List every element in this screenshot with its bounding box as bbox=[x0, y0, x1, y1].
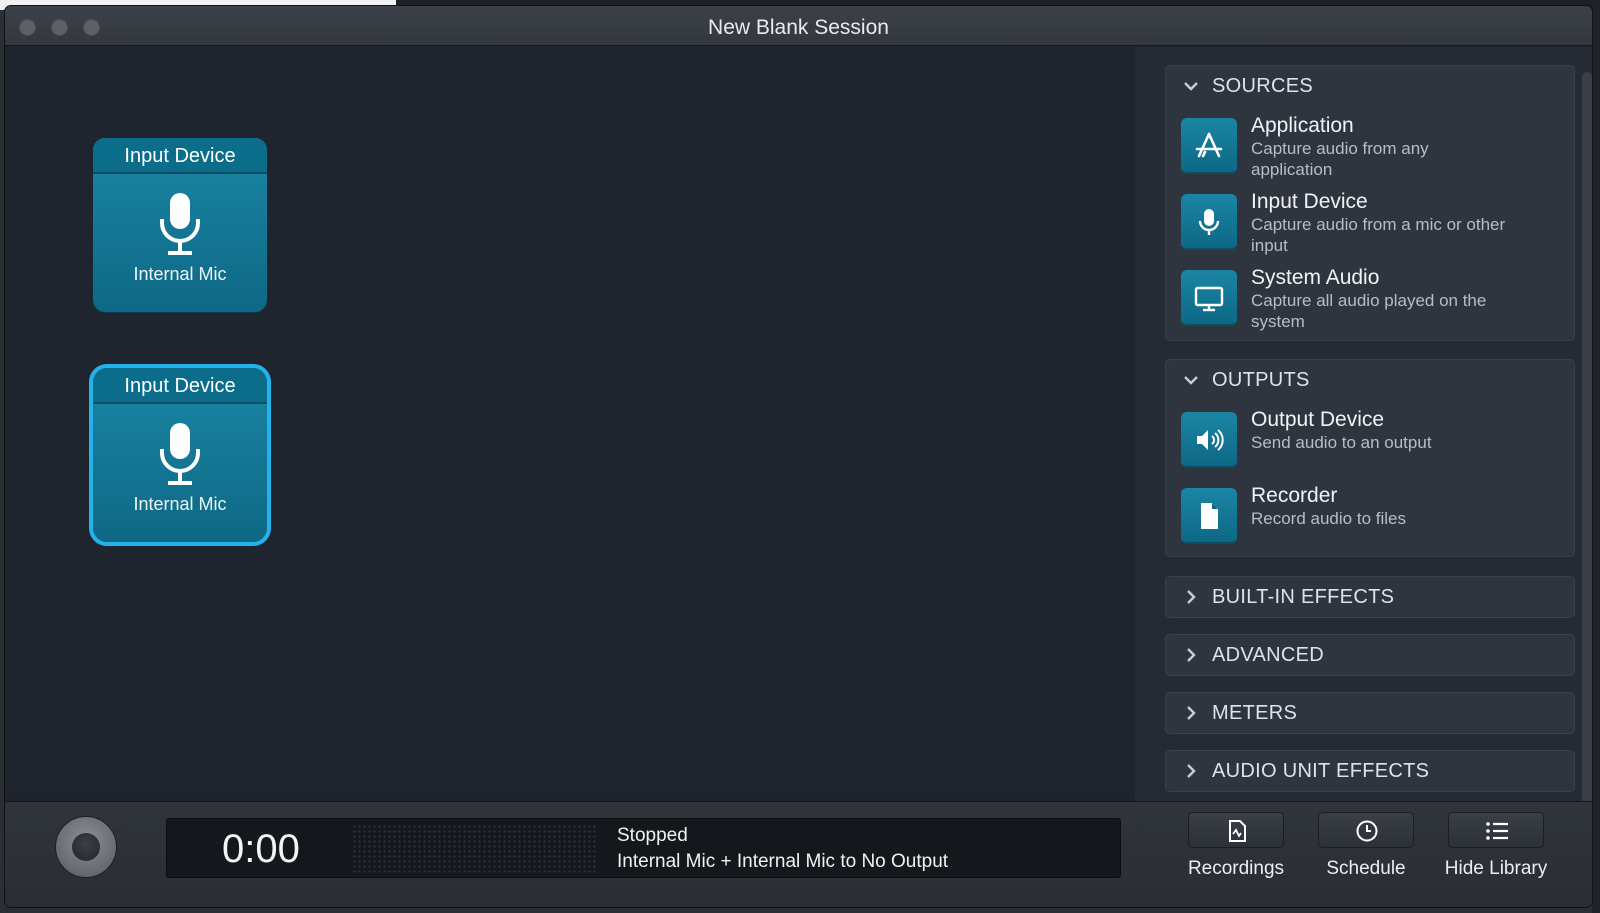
schedule-button[interactable]: Schedule bbox=[1303, 812, 1429, 892]
record-button[interactable] bbox=[55, 816, 117, 878]
level-meter bbox=[352, 824, 597, 874]
microphone-icon bbox=[1181, 194, 1237, 250]
library-item-recorder[interactable]: Recorder Record audio to files bbox=[1181, 484, 1561, 562]
chevron-right-icon bbox=[1187, 706, 1196, 720]
library-item-title: Application bbox=[1251, 114, 1354, 137]
outputs-header-label: OUTPUTS bbox=[1212, 368, 1310, 391]
library-sidebar: SOURCES Application Capture audio from a… bbox=[1135, 47, 1592, 807]
desktop-edge bbox=[1592, 0, 1600, 913]
window-title: New Blank Session bbox=[708, 16, 889, 39]
session-canvas[interactable]: Input Device Internal Mic Input Device I… bbox=[5, 47, 1135, 791]
meters-panel[interactable]: METERS bbox=[1165, 692, 1575, 734]
document-icon bbox=[1181, 488, 1237, 544]
outputs-panel: OUTPUTS Output Device Send audio to an o… bbox=[1165, 359, 1575, 557]
library-item-description: Capture audio from any application bbox=[1251, 139, 1429, 179]
recordings-icon bbox=[1229, 820, 1246, 842]
session-window: New Blank Session Input Device Internal … bbox=[5, 6, 1592, 907]
chevron-down-icon bbox=[1184, 376, 1198, 385]
recordings-button[interactable]: Recordings bbox=[1173, 812, 1299, 892]
chevron-down-icon bbox=[1184, 82, 1198, 91]
clock-icon bbox=[1356, 820, 1378, 842]
session-status: Stopped bbox=[617, 825, 688, 846]
advanced-label: ADVANCED bbox=[1212, 643, 1325, 666]
sources-header[interactable]: SOURCES bbox=[1166, 66, 1574, 106]
meters-header[interactable]: METERS bbox=[1166, 693, 1574, 733]
monitor-icon bbox=[1181, 270, 1237, 326]
node-device-label: Internal Mic bbox=[133, 264, 227, 284]
library-item-description: Capture audio from a mic or other input bbox=[1251, 215, 1506, 255]
chevron-right-icon bbox=[1187, 764, 1196, 778]
built-in-effects-header[interactable]: BUILT-IN EFFECTS bbox=[1166, 577, 1574, 617]
chevron-right-icon bbox=[1187, 648, 1196, 662]
sources-header-label: SOURCES bbox=[1212, 74, 1314, 97]
library-item-description: Record audio to files bbox=[1251, 509, 1406, 528]
outputs-header[interactable]: OUTPUTS bbox=[1166, 360, 1574, 400]
status-display: 0:00 Stopped Internal Mic + Internal Mic… bbox=[166, 818, 1121, 878]
transport-bar: 0:00 Stopped Internal Mic + Internal Mic… bbox=[5, 801, 1592, 907]
hide-library-button-cap[interactable] bbox=[1448, 812, 1544, 848]
record-icon bbox=[72, 833, 100, 861]
chevron-right-icon bbox=[1187, 590, 1196, 604]
hide-library-button[interactable]: Hide Library bbox=[1433, 812, 1559, 892]
audio-unit-effects-panel[interactable]: AUDIO UNIT EFFECTS bbox=[1165, 750, 1575, 792]
library-item-input-device[interactable]: Input Device Capture audio from a mic or… bbox=[1181, 190, 1561, 268]
library-item-title: System Audio bbox=[1251, 266, 1380, 289]
sources-panel: SOURCES Application Capture audio from a… bbox=[1165, 65, 1575, 341]
recordings-label: Recordings bbox=[1187, 858, 1285, 879]
advanced-header[interactable]: ADVANCED bbox=[1166, 635, 1574, 675]
node-header: Input Device bbox=[93, 368, 267, 404]
node-header: Input Device bbox=[93, 138, 267, 174]
microphone-icon bbox=[160, 193, 200, 255]
schedule-button-cap[interactable] bbox=[1318, 812, 1414, 848]
library-item-application[interactable]: Application Capture audio from any appli… bbox=[1181, 114, 1561, 192]
title-bar[interactable]: New Blank Session bbox=[5, 6, 1592, 46]
list-icon bbox=[1486, 822, 1508, 840]
node-device-label: Internal Mic bbox=[133, 494, 227, 514]
elapsed-time: 0:00 bbox=[222, 827, 300, 871]
library-item-title: Recorder bbox=[1251, 484, 1338, 507]
hide-library-label: Hide Library bbox=[1444, 858, 1548, 879]
library-item-description: Send audio to an output bbox=[1251, 433, 1432, 452]
library-item-description: Capture all audio played on the system bbox=[1251, 291, 1487, 331]
library-item-system-audio[interactable]: System Audio Capture all audio played on… bbox=[1181, 266, 1561, 344]
speaker-icon bbox=[1181, 412, 1237, 468]
audio-unit-effects-label: AUDIO UNIT EFFECTS bbox=[1212, 759, 1430, 782]
audio-unit-effects-header[interactable]: AUDIO UNIT EFFECTS bbox=[1166, 751, 1574, 791]
microphone-icon bbox=[160, 423, 200, 485]
library-item-output-device[interactable]: Output Device Send audio to an output bbox=[1181, 408, 1561, 486]
library-item-title: Input Device bbox=[1251, 190, 1368, 213]
input-device-node-selected[interactable]: Input Device Internal Mic bbox=[89, 364, 271, 546]
session-route: Internal Mic + Internal Mic to No Output bbox=[617, 851, 949, 872]
advanced-panel[interactable]: ADVANCED bbox=[1165, 634, 1575, 676]
meters-label: METERS bbox=[1212, 701, 1298, 724]
input-device-node[interactable]: Input Device Internal Mic bbox=[93, 138, 267, 312]
built-in-effects-label: BUILT-IN EFFECTS bbox=[1212, 585, 1395, 608]
app-store-icon bbox=[1181, 118, 1237, 174]
schedule-label: Schedule bbox=[1326, 858, 1406, 879]
library-scrollbar[interactable] bbox=[1582, 72, 1592, 804]
recordings-button-cap[interactable] bbox=[1188, 812, 1284, 848]
library-item-title: Output Device bbox=[1251, 408, 1385, 431]
built-in-effects-panel[interactable]: BUILT-IN EFFECTS bbox=[1165, 576, 1575, 618]
